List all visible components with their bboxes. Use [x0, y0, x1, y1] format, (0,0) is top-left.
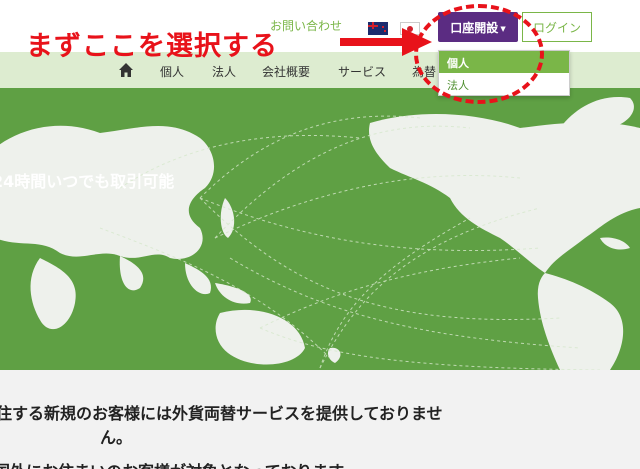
hero-banner: 24時間いつでも取引可能 — [0, 88, 640, 370]
world-map-graphic — [0, 97, 640, 370]
nav-item-services[interactable]: サービス — [338, 63, 386, 80]
hero-title: 24時間いつでも取引可能 — [0, 172, 175, 191]
contact-link[interactable]: お問い合わせ — [270, 17, 342, 34]
nav-item-corporate[interactable]: 法人 — [212, 63, 236, 80]
nav-item-individual[interactable]: 個人 — [160, 63, 184, 80]
home-icon[interactable] — [118, 62, 134, 78]
annotation-text: まずここを選択する — [26, 31, 278, 62]
notice-line-1: 住する新規のお客様には外貨両替サービスを提供しておりませ — [0, 404, 443, 423]
nav-item-company[interactable]: 会社概要 — [262, 63, 310, 80]
notice-line-2: 国外にお住まいのお客様が対象となっております — [0, 458, 344, 469]
notice-line-1b: ん。 — [100, 428, 133, 447]
notice-section: 住する新規のお客様には外貨両替サービスを提供しておりませ ん。 国外にお住まいの… — [0, 370, 640, 469]
annotation-circle — [414, 4, 544, 104]
